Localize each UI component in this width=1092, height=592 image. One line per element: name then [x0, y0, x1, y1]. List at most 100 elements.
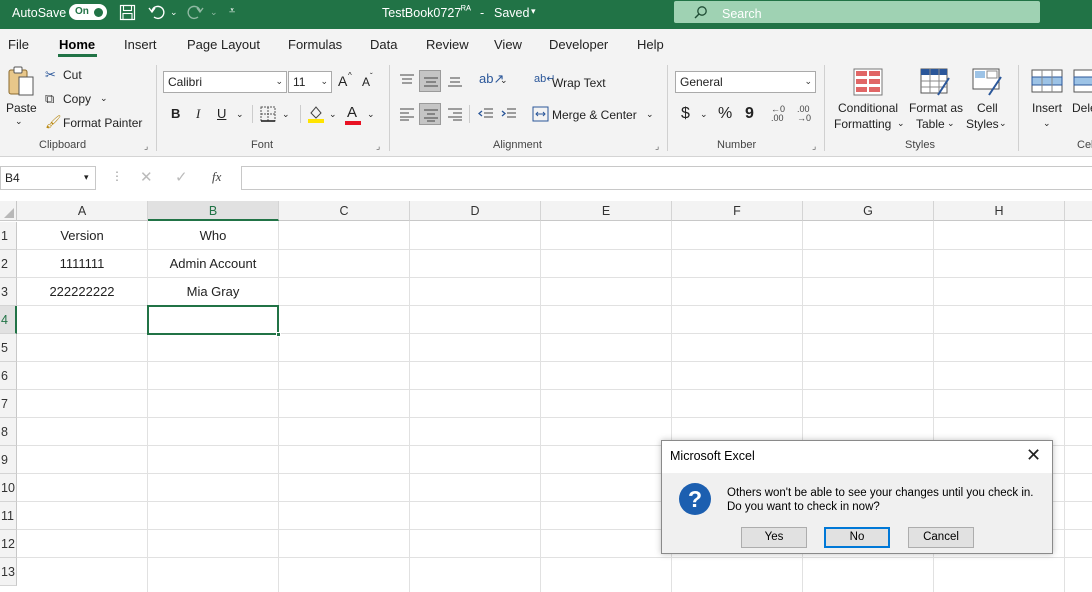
- tab-data[interactable]: Data: [370, 37, 397, 52]
- row-header-1[interactable]: 1: [0, 222, 17, 250]
- wrap-text-button[interactable]: Wrap Text: [552, 76, 606, 90]
- number-launcher-icon[interactable]: ⌟: [812, 141, 816, 152]
- merge-center-button[interactable]: Merge & Center: [552, 108, 637, 122]
- font-launcher-icon[interactable]: ⌟: [376, 141, 380, 152]
- select-all-button[interactable]: [0, 201, 17, 221]
- bottom-align-icon[interactable]: [447, 74, 463, 91]
- clipboard-launcher-icon[interactable]: ⌟: [144, 141, 148, 152]
- delete-cells-button[interactable]: Dele: [1072, 101, 1092, 115]
- format-painter-icon[interactable]: 🖌: [45, 115, 62, 128]
- tab-help[interactable]: Help: [637, 37, 664, 52]
- conditional-formatting-label-1[interactable]: Conditional: [838, 101, 898, 115]
- save-status[interactable]: Saved: [494, 6, 529, 20]
- undo-icon[interactable]: [148, 4, 165, 24]
- top-align-icon[interactable]: [399, 73, 415, 90]
- tab-formulas[interactable]: Formulas: [288, 37, 342, 52]
- fill-color-dropdown-icon[interactable]: ⌄: [329, 109, 337, 120]
- column-header-d[interactable]: D: [410, 201, 541, 221]
- font-size-select[interactable]: 11 ⌄: [288, 71, 332, 93]
- tab-review[interactable]: Review: [426, 37, 469, 52]
- format-painter-button[interactable]: Format Painter: [63, 116, 142, 130]
- row-header-10[interactable]: 10: [0, 474, 17, 502]
- cell-styles-icon[interactable]: [972, 68, 1002, 99]
- conditional-formatting-label-2[interactable]: Formatting: [834, 117, 891, 131]
- column-header-h[interactable]: H: [934, 201, 1065, 221]
- row-header-6[interactable]: 6: [0, 362, 17, 390]
- underline-button[interactable]: U: [217, 106, 226, 121]
- close-icon[interactable]: ✕: [1026, 445, 1041, 466]
- number-format-select[interactable]: General ⌄: [675, 71, 816, 93]
- format-as-table-icon[interactable]: [920, 68, 950, 99]
- tab-page-layout[interactable]: Page Layout: [187, 37, 260, 52]
- fill-color-icon[interactable]: [308, 104, 324, 127]
- active-cell-b4[interactable]: [147, 305, 279, 335]
- cut-icon[interactable]: ✂: [45, 68, 56, 81]
- yes-button[interactable]: Yes: [741, 527, 807, 548]
- delete-cells-icon[interactable]: [1073, 69, 1092, 98]
- insert-function-button[interactable]: fx: [212, 169, 221, 185]
- row-header-2[interactable]: 2: [0, 250, 17, 278]
- cell-styles-label-1[interactable]: Cell: [977, 101, 998, 115]
- customize-toolbar-icon[interactable]: ⩡: [229, 5, 235, 18]
- format-table-dropdown-icon[interactable]: ⌄: [947, 118, 955, 129]
- formula-input[interactable]: [241, 166, 1092, 190]
- column-header-e[interactable]: E: [541, 201, 672, 221]
- merge-center-icon[interactable]: [532, 106, 549, 125]
- middle-align-button[interactable]: [419, 70, 441, 92]
- name-box[interactable]: B4 ▾: [0, 166, 96, 190]
- column-header-c[interactable]: C: [279, 201, 410, 221]
- cell-styles-label-2[interactable]: Styles: [966, 117, 999, 131]
- bold-button[interactable]: B: [171, 106, 180, 121]
- conditional-formatting-icon[interactable]: [853, 68, 883, 99]
- alignment-launcher-icon[interactable]: ⌟: [655, 141, 659, 152]
- decrease-decimal-icon[interactable]: .00 →0: [797, 105, 811, 123]
- orientation-dropdown-icon[interactable]: ⌄: [500, 75, 508, 86]
- column-header-g[interactable]: G: [803, 201, 934, 221]
- tab-home[interactable]: Home: [59, 37, 95, 52]
- tab-developer[interactable]: Developer: [549, 37, 608, 52]
- font-name-select[interactable]: Calibri ⌄: [163, 71, 287, 93]
- row-header-13[interactable]: 13: [0, 558, 17, 586]
- comma-style-button[interactable]: 9: [745, 105, 754, 123]
- search-box[interactable]: Search: [674, 1, 1040, 23]
- cell-b1[interactable]: Who: [148, 222, 278, 250]
- align-left-icon[interactable]: [399, 107, 415, 124]
- shrink-font-button[interactable]: A: [362, 75, 370, 89]
- row-header-8[interactable]: 8: [0, 418, 17, 446]
- autosave-toggle[interactable]: On: [69, 4, 107, 20]
- column-header-a[interactable]: A: [17, 201, 148, 221]
- tab-insert[interactable]: Insert: [124, 37, 157, 52]
- format-as-table-label-1[interactable]: Format as: [909, 101, 963, 115]
- merge-dropdown-icon[interactable]: ⌄: [646, 109, 654, 120]
- borders-icon[interactable]: [260, 106, 276, 125]
- cell-a3[interactable]: 222222222: [17, 278, 147, 306]
- insert-cells-button[interactable]: Insert: [1032, 101, 1062, 115]
- row-header-12[interactable]: 12: [0, 530, 17, 558]
- column-header-f[interactable]: F: [672, 201, 803, 221]
- row-header-3[interactable]: 3: [0, 278, 17, 306]
- paste-dropdown-icon[interactable]: ⌄: [15, 116, 23, 127]
- cut-button[interactable]: Cut: [63, 68, 82, 82]
- format-as-table-label-2[interactable]: Table: [916, 117, 945, 131]
- row-header-7[interactable]: 7: [0, 390, 17, 418]
- borders-dropdown-icon[interactable]: ⌄: [282, 109, 290, 120]
- currency-button[interactable]: $: [681, 105, 690, 123]
- font-color-button[interactable]: A: [347, 104, 357, 121]
- more-options-icon[interactable]: ⋮: [111, 169, 123, 183]
- column-header-b[interactable]: B: [148, 201, 279, 221]
- no-button[interactable]: No: [824, 527, 890, 548]
- insert-dropdown-icon[interactable]: ⌄: [1043, 118, 1051, 129]
- copy-button[interactable]: Copy: [63, 92, 91, 106]
- align-center-button[interactable]: [419, 103, 441, 125]
- conditional-dropdown-icon[interactable]: ⌄: [897, 118, 905, 129]
- tab-file[interactable]: File: [8, 37, 29, 52]
- fill-handle[interactable]: [276, 332, 281, 337]
- tab-view[interactable]: View: [494, 37, 522, 52]
- currency-dropdown-icon[interactable]: ⌄: [700, 109, 708, 120]
- insert-cells-icon[interactable]: [1031, 69, 1063, 98]
- save-icon[interactable]: [119, 4, 136, 24]
- cell-a2[interactable]: 1111111: [17, 250, 147, 278]
- undo-dropdown-icon[interactable]: ⌄: [170, 7, 178, 18]
- cell-styles-dropdown-icon[interactable]: ⌄: [999, 118, 1007, 129]
- percent-button[interactable]: %: [718, 105, 732, 123]
